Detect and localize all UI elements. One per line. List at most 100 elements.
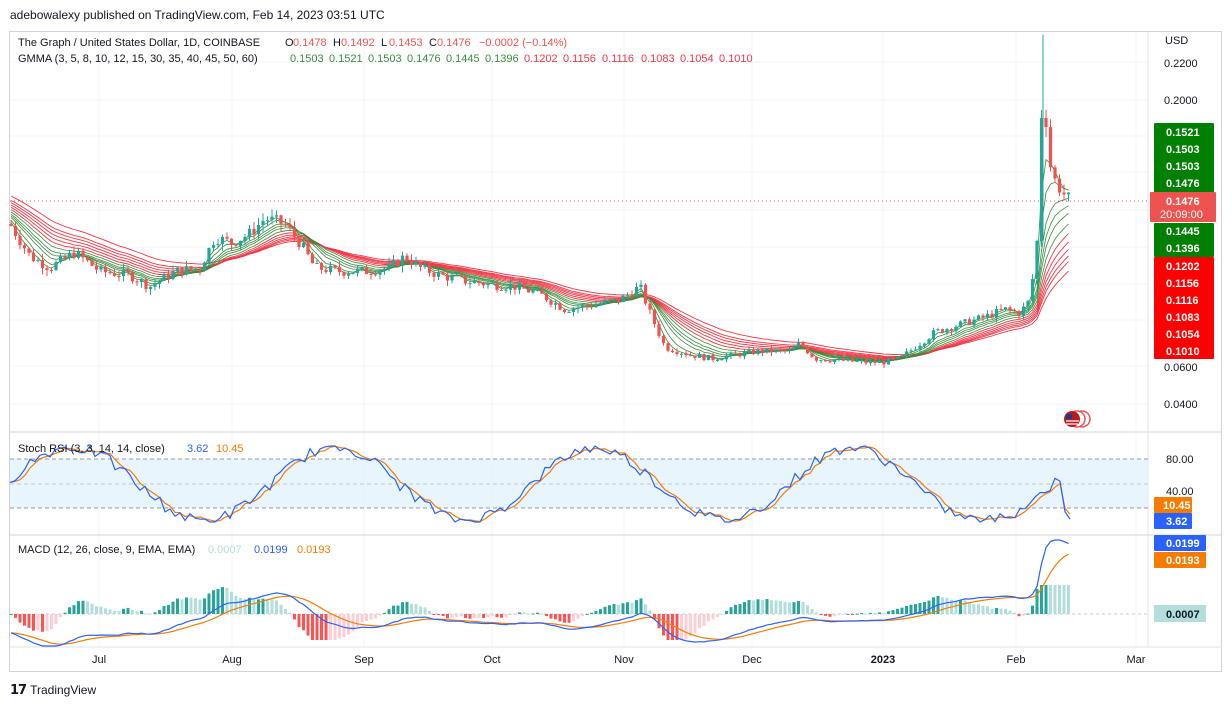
- stoch-d-value: 10.45: [216, 443, 244, 455]
- candle: [144, 277, 148, 293]
- macd-hist-bar: [387, 609, 391, 614]
- gmma-label[interactable]: GMMA (3, 5, 8, 10, 12, 15, 30, 35, 40, 4…: [18, 53, 258, 65]
- candle: [697, 351, 702, 358]
- macd-hist-bar: [1062, 585, 1066, 614]
- time-axis[interactable]: Jul Aug Sep Oct Nov Dec 2023 Feb Mar: [92, 654, 1146, 666]
- macd-hist-bar: [536, 612, 539, 614]
- candle: [351, 272, 355, 275]
- candle: [729, 351, 733, 360]
- macd-hist-bar: [356, 614, 359, 627]
- macd-hist-bar: [504, 614, 508, 618]
- macd-hist-bar: [104, 608, 107, 614]
- macd-hist-bar: [783, 601, 787, 614]
- candle: [135, 279, 139, 287]
- macd-hist-bar: [81, 600, 85, 614]
- macd-hist-bar: [846, 613, 850, 615]
- macd-hist-bar: [401, 602, 404, 614]
- stoch-k-value: 3.62: [187, 443, 208, 455]
- macd-hist-bar: [284, 608, 287, 614]
- candle: [342, 271, 346, 279]
- macd-hist-bar: [225, 587, 229, 614]
- candle: [684, 351, 688, 358]
- macd-hist-bar: [635, 600, 638, 614]
- macd-hist-bar: [810, 608, 814, 614]
- gmma-fast-value-3: 0.1476: [407, 53, 441, 65]
- macd-hist-bar: [149, 613, 152, 615]
- macd-hist-bar: [1013, 612, 1016, 614]
- candle: [886, 357, 891, 365]
- candle: [787, 346, 792, 354]
- macd-hist-bar: [185, 597, 188, 614]
- macd-hist-bar: [77, 601, 80, 614]
- macd-hist-bar: [860, 613, 863, 615]
- macd-hist-bar: [1053, 585, 1057, 614]
- macd-hist-bar: [828, 614, 832, 617]
- macd-hist-bar: [288, 613, 292, 615]
- currency-label[interactable]: USD: [1165, 35, 1188, 47]
- macd-hist-bar: [720, 614, 724, 615]
- candle: [670, 348, 675, 354]
- macd-signal-line: [10, 553, 1069, 645]
- macd-hist-bar: [617, 604, 620, 614]
- macd-hist-bar: [531, 613, 535, 615]
- candle: [324, 265, 328, 275]
- macd-hist-bar: [180, 599, 184, 614]
- time-tick-nov: Nov: [614, 654, 634, 666]
- macd-hist-bar: [414, 604, 418, 614]
- macd-hist-bar: [689, 614, 692, 637]
- candle: [823, 359, 828, 362]
- ohlc-value-H: 0.1492: [341, 37, 375, 49]
- macd-hist-bar: [455, 614, 458, 617]
- macd-hist-bar: [855, 613, 859, 615]
- macd-hist-bar: [167, 604, 170, 614]
- macd-line-tag-text: 0.0199: [1166, 538, 1200, 550]
- candle: [1048, 119, 1053, 172]
- time-tick-sep: Sep: [354, 654, 374, 666]
- macd-hist-bar: [333, 614, 337, 640]
- macd-hist-bar: [99, 606, 103, 614]
- macd-hist-bar: [576, 614, 580, 619]
- candle: [418, 260, 423, 272]
- candle: [756, 348, 760, 356]
- macd-hist-bar: [360, 614, 364, 623]
- stoch-d-tag-text: 10.45: [1163, 500, 1191, 512]
- gmma-slow-value-5: 0.1010: [719, 53, 753, 65]
- macd-hist-bar: [797, 601, 800, 614]
- macd-hist-bar: [140, 610, 143, 614]
- ohlc-legend: O 0.1478 H 0.1492 L 0.1453 C 0.1476: [285, 37, 471, 49]
- gmma-fast-value-1: 0.1521: [329, 53, 363, 65]
- macd-hist-bar: [450, 614, 454, 618]
- macd-hist-bar: [725, 610, 728, 614]
- macd-hist-bar: [711, 614, 715, 620]
- macd-hist-bar: [473, 614, 476, 618]
- gmma-slow-value-2: 0.1116: [602, 53, 634, 65]
- chart-canvas[interactable]: The Graph / United States Dollar, 1D, CO…: [0, 0, 1232, 707]
- macd-hist-bar: [657, 614, 661, 629]
- ohlc-value-O: 0.1478: [293, 37, 327, 49]
- candle: [58, 253, 63, 264]
- macd-hist-bar: [702, 614, 706, 626]
- stoch-label[interactable]: Stoch RSI (3, 3, 14, 14, close): [18, 443, 165, 455]
- macd-hist-bar: [1067, 585, 1070, 614]
- macd-signal-tag-text: 0.0193: [1166, 555, 1200, 567]
- gmma-fast-value-5: 0.1396: [485, 53, 519, 65]
- macd-hist-bar: [563, 614, 566, 623]
- macd-hist-bar: [909, 604, 913, 614]
- macd-hist-bar: [923, 601, 926, 614]
- ohlc-key-H: H: [333, 37, 341, 49]
- ohlc-value-L: 0.1453: [389, 37, 423, 49]
- us-flag-icon[interactable]: [1064, 410, 1091, 428]
- macd-hist-bar: [779, 600, 782, 614]
- macd-hist-bar: [315, 614, 319, 640]
- macd-hist-bar: [374, 614, 377, 619]
- tradingview-logo[interactable]: 𝟭𝟳 TradingView: [10, 682, 96, 698]
- macd-hist-bar: [392, 605, 395, 614]
- macd-hist-bar: [990, 608, 994, 614]
- candle: [796, 338, 801, 348]
- macd-hist-bar: [234, 595, 238, 614]
- price-tick-3: 0.0400: [1164, 399, 1198, 411]
- macd-hist-bar: [221, 587, 224, 614]
- macd-label[interactable]: MACD (12, 26, close, 9, EMA, EMA): [18, 544, 195, 556]
- symbol-title[interactable]: The Graph / United States Dollar, 1D, CO…: [18, 37, 260, 49]
- macd-hist-bar: [518, 612, 521, 614]
